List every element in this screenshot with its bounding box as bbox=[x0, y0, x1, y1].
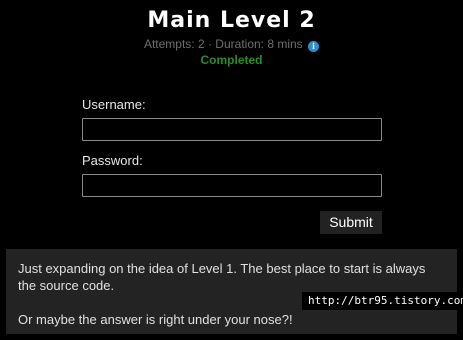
username-input[interactable] bbox=[82, 118, 382, 141]
submit-button[interactable]: Submit bbox=[320, 211, 382, 234]
level-meta-text: Attempts: 2 · Duration: 8 mins bbox=[143, 37, 303, 51]
level-meta: Attempts: 2 · Duration: 8 mins i bbox=[0, 37, 463, 52]
password-input[interactable] bbox=[82, 174, 382, 197]
description-paragraph-1: Just expanding on the idea of Level 1. T… bbox=[18, 261, 426, 293]
password-label: Password: bbox=[82, 153, 143, 168]
username-label: Username: bbox=[82, 97, 146, 112]
description-paragraph-2: Or maybe the answer is right under your … bbox=[18, 312, 293, 327]
watermark: http://btr95.tistory.com bbox=[302, 292, 463, 310]
level-title: Main Level 2 bbox=[147, 8, 316, 33]
status-badge: Completed bbox=[200, 53, 263, 67]
info-icon[interactable]: i bbox=[308, 41, 320, 52]
